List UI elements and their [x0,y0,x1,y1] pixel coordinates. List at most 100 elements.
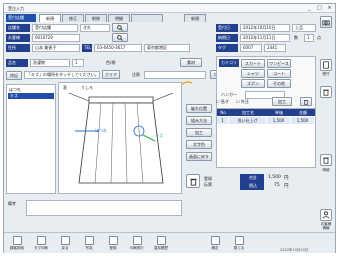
maximize-button[interactable]: □ [315,5,324,11]
text-color-button[interactable]: 文字色 [186,140,212,149]
item-name-label: 品名 [6,59,28,67]
store-field[interactable]: 受付店舗 [32,24,78,32]
outside-checkbox[interactable]: ☐ 外注 [236,99,249,105]
delivery-label: 納期日 [216,34,238,42]
footer-key-confirm[interactable]: 確定 [204,236,226,251]
clear-button[interactable]: クリア [102,70,120,79]
customer-code-field[interactable]: 0010729 [32,34,80,42]
camera-icon [84,236,94,245]
close-icon [234,236,244,245]
tab-detail[interactable]: 明細 [108,14,130,22]
footer-key-close[interactable]: 閉じる [228,236,250,251]
customer-search-button[interactable] [112,33,128,42]
tab-delete[interactable]: 削除 [85,14,107,22]
footer-key-register[interactable]: 登録 [102,236,124,251]
tax-value: 75 [274,183,280,188]
item-name-field[interactable]: 洗濯物 [30,59,70,67]
delivery-field[interactable]: 2012年11月11日 [240,34,290,42]
table-cell-price[interactable]: 1,500 [267,117,291,124]
customer-info-sub: 情報 [322,226,330,230]
footer-key-label: 戻る [61,246,69,250]
cart-button[interactable] [320,154,332,166]
camera-button[interactable] [320,16,332,28]
search-icon [117,35,123,41]
receipt-sub-field[interactable]: 上品 [292,24,316,32]
tag-count-field[interactable]: 2441 [264,44,286,52]
quick-label: 急ぎ [220,99,229,104]
note2-field[interactable] [144,71,206,79]
person-icon [12,236,22,245]
delete-row-button[interactable] [300,97,312,106]
remarks-field[interactable] [26,200,182,216]
footer-key-back[interactable]: 戻る [54,236,76,251]
garment-diagram[interactable]: 表 うしろ ほつれ キズ [58,82,182,194]
store-code-field[interactable]: きれ [80,24,110,32]
material-button[interactable]: 素材 [180,58,202,67]
process-table: No 加工名 単価 金額 1 洗い仕上げ 1,500 1,500 [216,108,316,168]
trash-icon [323,157,329,164]
tab-front[interactable]: 表 [63,85,67,91]
order-label: 受付 [322,72,330,76]
address-field[interactable]: 東京都港区 [144,44,190,52]
item-qty-field[interactable]: 1 [72,59,84,67]
category-tab-coat[interactable]: コート [267,69,291,78]
process-side-button[interactable]: 加工 [186,128,212,137]
count-field[interactable]: 1 [304,34,314,42]
note-button[interactable]: 特記 [6,71,22,80]
customer-name-field[interactable]: 山本 美香子 [32,44,80,52]
footer-key-label: 閉じる [233,246,245,250]
footer-key-label: タグ印刷 [34,246,48,250]
footer-key-label: 印刷預り [130,246,144,250]
category-tab-shirt[interactable]: シャツ [241,69,265,78]
tag-field[interactable]: 0007 [240,44,262,52]
save-icon [108,236,118,245]
table-cell-no[interactable]: 1 [217,117,229,124]
close-button[interactable]: × [325,5,334,11]
receipt-date-field[interactable]: 2012年10月10日 [240,24,290,32]
table-header-price: 単価 [267,109,291,116]
address-row-label: 住所 [6,44,30,52]
tear-position-button[interactable]: 破れ位置 [186,104,212,113]
order-button[interactable] [320,59,332,71]
category-tab-onepiece[interactable]: ワンピース [267,59,291,68]
footer-key-print-deposit[interactable]: 印刷預り [126,236,148,251]
tab-new-right[interactable]: 新規 [184,14,206,22]
search-button[interactable] [112,23,128,32]
color-label: 色/柄 [106,60,116,65]
tab-edit[interactable]: 修正 [62,14,84,22]
footer-key-tag-print[interactable]: タグ印刷 [30,236,52,251]
quick-checkbox[interactable]: ☐ 急ぎ [216,99,229,105]
trash-button[interactable] [320,86,332,98]
table-header-name: 加工名 [229,109,267,116]
camera-icon [322,20,330,26]
note-field[interactable]: 「キズ」の場所をタッチしてください。 [24,71,100,79]
category-tab-other[interactable]: その他 [267,79,291,88]
table-cell-name[interactable]: 洗い仕上げ [229,117,267,124]
table-cell-amount[interactable]: 1,500 [291,117,315,124]
list-item-selected[interactable]: キズ [8,93,54,99]
minimize-button[interactable]: _ [305,5,314,11]
process-button[interactable]: 加工 [272,97,292,106]
history-icon [156,236,166,245]
register-button[interactable] [186,174,200,188]
footer-key-customer-search[interactable]: 顧客検索 [6,236,28,251]
annotation2-label: キズ [155,133,163,138]
phone-field[interactable]: 03-6450-3617 [94,44,142,52]
footer-key-label: 直前履歴 [154,246,168,250]
restore-button[interactable]: 画面に戻す [186,152,212,161]
tab-blank[interactable] [131,14,163,22]
footer-key-photo[interactable]: 写真 [78,236,100,251]
outside-label: 外注 [240,99,249,104]
customer-info-button[interactable] [320,209,332,221]
category-tab-skirt[interactable]: スカート [241,59,265,68]
assembly-method-button[interactable]: 組み方法 [186,116,212,125]
customer-label: お客様 [6,34,30,42]
store-label: 店舗名 [6,24,30,32]
parts-list[interactable]: ほつれ キズ [6,84,56,194]
trash-icon [323,89,329,96]
trash-icon [303,100,309,105]
footer-key-recent-history[interactable]: 直前履歴 [150,236,172,251]
back-icon [60,236,70,245]
category-tab-pants[interactable]: ズボン [241,79,265,88]
tab-new[interactable]: 新規 [39,14,61,22]
